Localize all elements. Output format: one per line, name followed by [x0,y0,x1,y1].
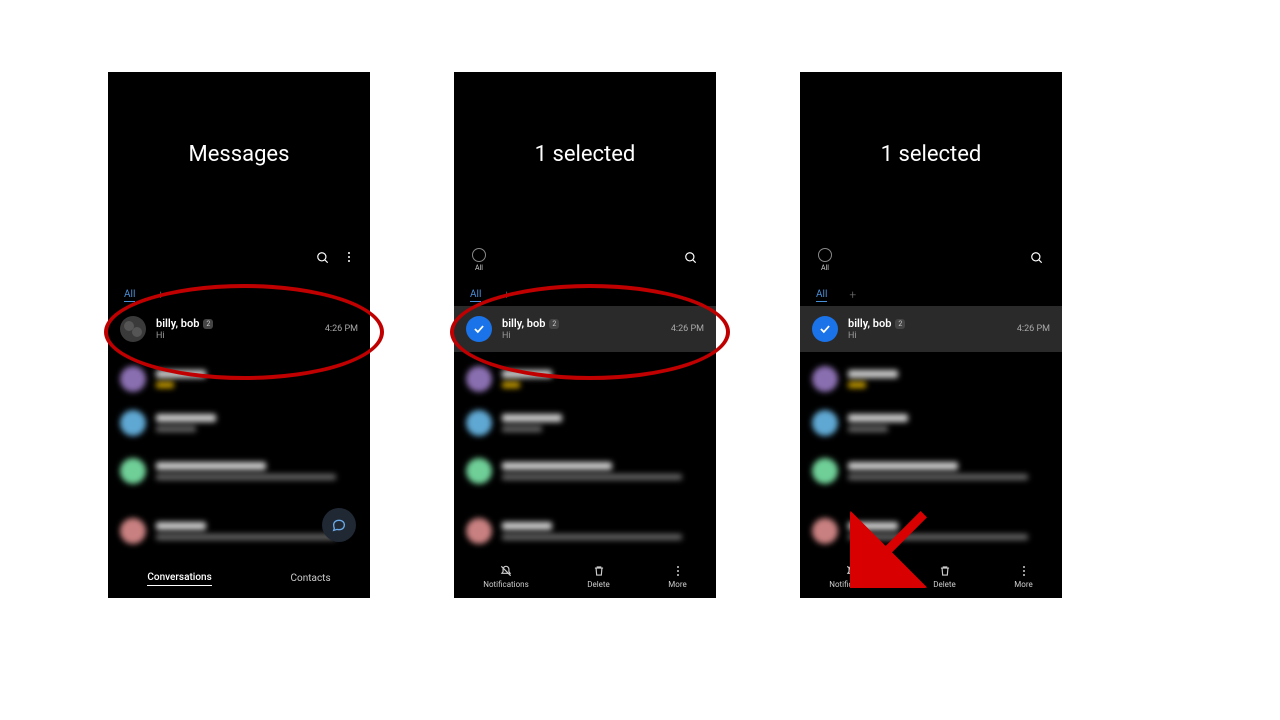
contacts-tab[interactable]: Contacts [291,573,331,586]
conversation-name: billy, bob [156,317,199,330]
blurred-row [454,358,716,400]
conversation-preview: Hi [156,331,325,341]
notifications-action[interactable]: Notifications [483,564,528,589]
tab-all[interactable]: All [470,289,481,302]
select-all-toggle[interactable]: All [818,248,832,272]
page-title: 1 selected [800,142,1062,167]
conversation-preview: Hi [848,331,1017,341]
conversation-preview: Hi [502,331,671,341]
phone-screen-messages: Messages All + billy, bob 2 Hi 4:26 PM [108,72,370,598]
page-title: 1 selected [454,142,716,167]
unread-badge: 2 [549,319,559,329]
conversation-name: billy, bob [848,317,891,330]
unread-badge: 2 [203,319,213,329]
unread-badge: 2 [895,319,905,329]
blurred-row [800,510,1062,552]
page-title: Messages [108,142,370,167]
search-icon[interactable] [1030,250,1044,264]
delete-action[interactable]: Delete [587,564,610,589]
tab-all[interactable]: All [124,289,135,302]
search-icon[interactable] [316,250,330,264]
blurred-row [800,402,1062,444]
compose-fab[interactable] [322,508,356,542]
blurred-row [454,402,716,444]
search-icon[interactable] [684,250,698,264]
delete-action[interactable]: Delete [933,564,956,589]
conversation-time: 4:26 PM [1017,324,1050,334]
more-action[interactable]: More [668,564,686,589]
selection-action-bar: Notifications Delete More [800,554,1062,598]
blurred-row [108,402,370,444]
conversation-name: billy, bob [502,317,545,330]
more-options-icon[interactable] [342,250,356,264]
conversation-row-selected[interactable]: billy, bob 2 Hi 4:26 PM [454,306,716,352]
notifications-action[interactable]: Notifications [829,564,874,589]
conversation-row-selected[interactable]: billy, bob 2 Hi 4:26 PM [800,306,1062,352]
conversations-tab[interactable]: Conversations [147,572,211,586]
phone-screen-selected: 1 selected All All + billy, bob 2 Hi 4:2 [454,72,716,598]
add-category-button[interactable]: + [503,288,510,302]
category-tabs: All + [470,288,510,302]
blurred-row [108,450,370,492]
bottom-nav: Conversations Contacts [108,560,370,598]
selection-action-bar: Notifications Delete More [454,554,716,598]
more-action[interactable]: More [1014,564,1032,589]
phone-screen-selected-arrow: 1 selected All All + billy, bob 2 Hi 4:2 [800,72,1062,598]
add-category-button[interactable]: + [157,288,164,302]
select-all-toggle[interactable]: All [472,248,486,272]
check-avatar-icon [466,316,492,342]
blurred-row [454,450,716,492]
add-category-button[interactable]: + [849,288,856,302]
tab-all[interactable]: All [816,289,827,302]
check-avatar-icon [812,316,838,342]
blurred-row [108,358,370,400]
conversation-row[interactable]: billy, bob 2 Hi 4:26 PM [108,306,370,352]
blurred-row [454,510,716,552]
blurred-row [800,358,1062,400]
blurred-row [800,450,1062,492]
category-tabs: All + [124,288,164,302]
conversation-time: 4:26 PM [671,324,704,334]
group-avatar-icon [120,316,146,342]
conversation-time: 4:26 PM [325,324,358,334]
category-tabs: All + [816,288,856,302]
